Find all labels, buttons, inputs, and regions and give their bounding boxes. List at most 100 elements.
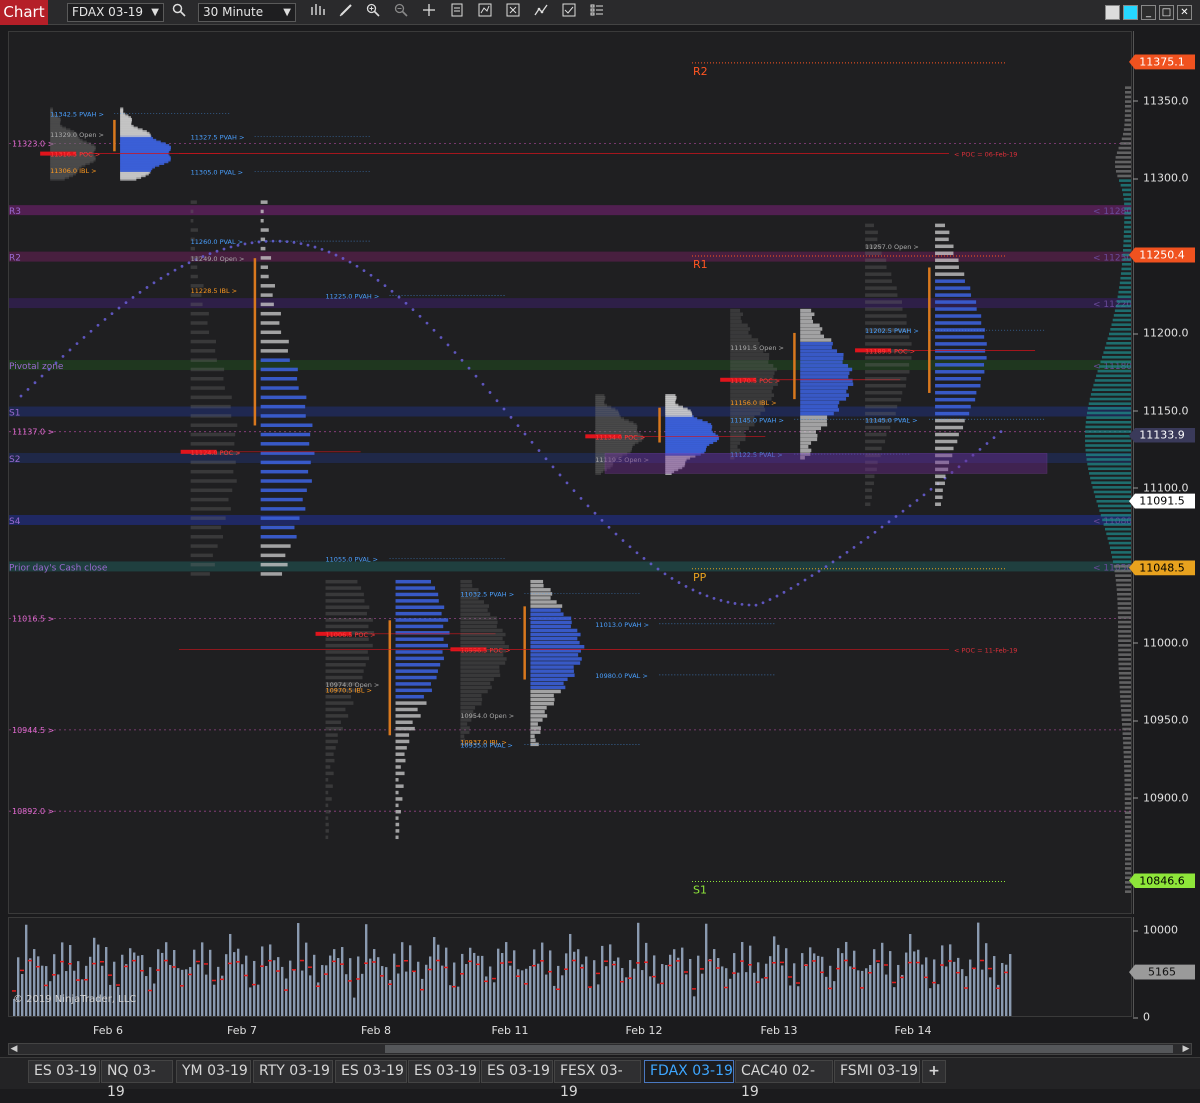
tab-es-03-19-2[interactable]: ES 03-19 bbox=[335, 1060, 407, 1083]
tab-fdax-03-19[interactable]: FDAX 03-19 bbox=[644, 1060, 734, 1083]
tab-cac40-02-19[interactable]: CAC40 02-19 bbox=[735, 1060, 833, 1100]
tab-es-03-19[interactable]: ES 03-19 bbox=[28, 1060, 100, 1083]
price-panel[interactable]: R3< 11280.0R2< 11250< 11220Pivotal zone<… bbox=[8, 31, 1132, 914]
tab-fsmi-03-19[interactable]: FSMI 03-19 bbox=[834, 1060, 920, 1083]
app-title[interactable]: Chart bbox=[0, 0, 48, 25]
link-icon[interactable] bbox=[1123, 5, 1138, 20]
volume-bar bbox=[645, 942, 648, 1016]
volume-bar bbox=[185, 969, 188, 1016]
ghost-profile-row bbox=[460, 677, 494, 682]
market-profile-chart[interactable]: R3< 11280.0R2< 11250< 11220Pivotal zone<… bbox=[9, 32, 1132, 914]
profile-row bbox=[260, 367, 298, 372]
volume-bar bbox=[417, 961, 420, 1016]
templates-icon[interactable] bbox=[587, 3, 607, 22]
profile-row bbox=[395, 739, 410, 744]
average-dot bbox=[453, 351, 457, 354]
volume-bar bbox=[925, 957, 928, 1016]
horizontal-scrollbar[interactable]: ◀ ▶ bbox=[8, 1043, 1192, 1055]
average-dot bbox=[243, 242, 247, 246]
session-volume-row bbox=[1122, 188, 1131, 192]
crosshair-icon[interactable] bbox=[419, 3, 439, 22]
volume-bar bbox=[605, 966, 608, 1016]
tab-es-03-19-3[interactable]: ES 03-19 bbox=[408, 1060, 480, 1083]
time-tick-label: Feb 14 bbox=[894, 1024, 932, 1037]
session-volume-row bbox=[1124, 806, 1131, 810]
volume-bar bbox=[573, 951, 576, 1016]
time-axis[interactable]: Feb 6 Feb 7 Feb 8 Feb 11 Feb 12 Feb 13 Feb 14 bbox=[8, 1018, 1132, 1040]
maximize-icon[interactable]: □ bbox=[1159, 5, 1174, 20]
volume-average-mark bbox=[44, 984, 48, 987]
volume-average-mark bbox=[500, 962, 504, 964]
volume-bar bbox=[209, 949, 212, 1016]
scroll-thumb[interactable] bbox=[385, 1045, 1173, 1053]
volume-average-mark bbox=[300, 959, 304, 962]
indicators-icon[interactable] bbox=[475, 3, 495, 22]
volume-average-mark bbox=[196, 960, 200, 963]
average-dot bbox=[376, 278, 380, 282]
ghost-profile-row bbox=[460, 657, 507, 661]
average-dot bbox=[446, 343, 450, 347]
ghost-profile-row bbox=[865, 404, 898, 409]
price-tick-label: 11150.0 bbox=[1133, 404, 1189, 418]
volume-bar bbox=[413, 971, 416, 1016]
volume-chart[interactable] bbox=[9, 918, 1132, 1017]
tab-fesx-03-19[interactable]: FESX 03-19 bbox=[554, 1060, 641, 1100]
ghost-profile-row bbox=[865, 251, 882, 256]
tab-es-03-19-4[interactable]: ES 03-19 bbox=[481, 1060, 553, 1083]
profile-row bbox=[530, 665, 574, 669]
price-marker: 11250.4 bbox=[1129, 247, 1195, 263]
interval-selector[interactable]: 30 Minute ▼ bbox=[198, 3, 296, 22]
volume-average-mark bbox=[748, 964, 752, 966]
session-volume-row bbox=[1099, 365, 1131, 368]
ghost-profile-row bbox=[190, 358, 217, 362]
ghost-profile-row bbox=[730, 393, 775, 397]
volume-panel[interactable]: © 2019 NinjaTrader, LLC bbox=[8, 917, 1132, 1017]
bar-type-icon[interactable] bbox=[308, 3, 328, 22]
volume-average-mark bbox=[492, 977, 496, 980]
add-tab-button[interactable]: + bbox=[922, 1060, 946, 1083]
scroll-right-icon[interactable]: ▶ bbox=[1181, 1043, 1191, 1055]
zoom-out-icon[interactable] bbox=[391, 3, 411, 22]
instrument-selector[interactable]: FDAX 03-19 ▼ bbox=[67, 3, 164, 22]
volume-average-mark bbox=[452, 985, 456, 988]
ghost-profile-row bbox=[190, 423, 238, 427]
color-swatch-icon[interactable] bbox=[1105, 5, 1120, 20]
zoom-in-icon[interactable] bbox=[363, 3, 383, 22]
close-icon[interactable]: ✕ bbox=[1177, 5, 1192, 20]
volume-bar bbox=[565, 953, 568, 1016]
volume-bar bbox=[969, 959, 972, 1016]
tab-ym-03-19[interactable]: YM 03-19 bbox=[176, 1060, 251, 1083]
minimize-icon[interactable]: _ bbox=[1141, 5, 1156, 20]
profile-row bbox=[530, 596, 551, 600]
scroll-left-icon[interactable]: ◀ bbox=[9, 1043, 19, 1055]
ghost-profile-row bbox=[865, 474, 875, 479]
data-box-icon[interactable] bbox=[447, 3, 467, 22]
tab-rty-03-19[interactable]: RTY 03-19 bbox=[253, 1060, 333, 1083]
average-dot bbox=[145, 286, 149, 289]
properties-icon[interactable] bbox=[559, 3, 579, 22]
profile-label: 11249.0 Open > bbox=[191, 255, 245, 263]
profile-row bbox=[530, 624, 571, 629]
average-dot bbox=[670, 576, 674, 580]
profile-row bbox=[260, 265, 268, 269]
strategies-icon[interactable] bbox=[503, 3, 523, 22]
volume-bar bbox=[237, 948, 240, 1016]
ghost-profile-row bbox=[325, 771, 334, 776]
session-volume-row bbox=[1085, 420, 1131, 424]
price-tick-label: 10950.0 bbox=[1133, 713, 1189, 727]
ghost-profile-row bbox=[190, 218, 194, 223]
tab-nq-03-19[interactable]: NQ 03-19 bbox=[101, 1060, 173, 1100]
profile-label: 10996.5 POC > bbox=[460, 646, 510, 654]
chart-trader-icon[interactable] bbox=[531, 3, 551, 22]
draw-icon[interactable] bbox=[336, 3, 356, 22]
profile-row bbox=[530, 685, 566, 690]
price-axis[interactable]: 11350.011300.011250.011200.011150.011100… bbox=[1129, 31, 1200, 914]
profile-row bbox=[260, 423, 313, 427]
average-dot bbox=[789, 586, 793, 590]
profile-row bbox=[395, 637, 444, 641]
volume-bar bbox=[253, 960, 256, 1016]
ghost-profile-row bbox=[190, 209, 194, 214]
volume-axis[interactable]: 10000500005165 bbox=[1129, 917, 1200, 1024]
search-icon[interactable] bbox=[169, 3, 189, 22]
ghost-profile-row bbox=[730, 426, 749, 431]
